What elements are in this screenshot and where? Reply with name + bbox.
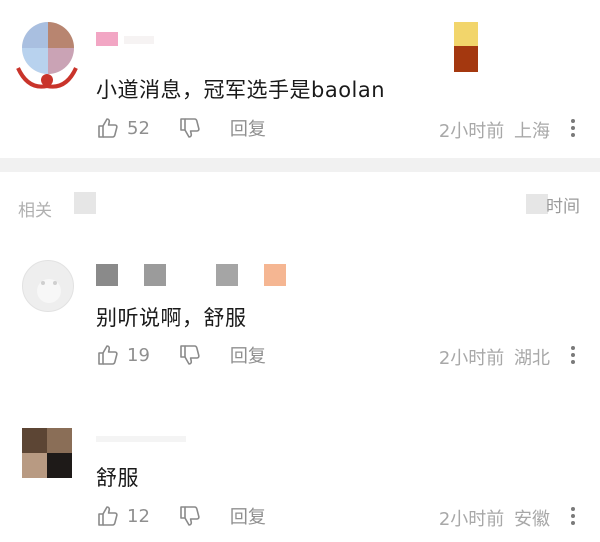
avatar[interactable]: [22, 428, 72, 478]
more-vertical-icon[interactable]: [570, 504, 576, 528]
like-button[interactable]: 19: [96, 343, 150, 367]
comment-meta: 2小时前 安徽: [439, 505, 550, 531]
username[interactable]: [96, 264, 118, 286]
username: [144, 264, 166, 286]
section-label: 相关: [18, 201, 52, 221]
sort-label-mask: [526, 194, 548, 214]
dislike-button[interactable]: [178, 504, 202, 528]
username[interactable]: [96, 436, 186, 442]
comment-time: 2小时前: [438, 348, 505, 369]
like-button[interactable]: 12: [96, 504, 150, 528]
like-count: 52: [127, 117, 150, 139]
thumb-up-icon: [96, 504, 120, 528]
username: [124, 36, 154, 44]
like-button[interactable]: 52: [96, 116, 150, 140]
thumb-up-icon: [96, 343, 120, 367]
reply-button[interactable]: 回复: [230, 503, 266, 529]
comment-location: 上海: [514, 121, 550, 142]
comment-text: 小道消息，冠军选手是baolan: [96, 78, 386, 102]
comment-meta: 2小时前 湖北: [439, 344, 550, 370]
thumb-down-icon: [178, 116, 202, 140]
more-vertical-icon[interactable]: [570, 343, 576, 367]
reply-button[interactable]: 回复: [230, 115, 266, 141]
thumb-up-icon: [96, 116, 120, 140]
more-vertical-icon[interactable]: [570, 116, 576, 140]
user-badge: [454, 22, 478, 46]
sort-toggle[interactable]: 时间: [546, 192, 580, 217]
like-count: 19: [127, 344, 150, 366]
like-count: 12: [127, 505, 150, 527]
comment-location: 湖北: [514, 348, 550, 369]
thumb-down-icon: [178, 343, 202, 367]
comment-location: 安徽: [514, 509, 550, 530]
reply-button[interactable]: 回复: [230, 342, 266, 368]
avatar-badge-icon: [14, 62, 80, 90]
comment-time: 2小时前: [438, 509, 505, 530]
user-badge: [454, 46, 478, 72]
comment-text: 别听说啊，舒服: [96, 306, 247, 330]
section-label-mask: [74, 192, 96, 214]
username: [216, 264, 238, 286]
comment-text: 舒服: [96, 466, 139, 490]
username[interactable]: [96, 32, 118, 46]
dislike-button[interactable]: [178, 116, 202, 140]
section-divider: [0, 158, 600, 172]
thumb-down-icon: [178, 504, 202, 528]
comment-time: 2小时前: [438, 121, 505, 142]
avatar[interactable]: [22, 260, 74, 312]
user-badge: [264, 264, 286, 286]
comment-meta: 2小时前 上海: [439, 117, 550, 143]
dislike-button[interactable]: [178, 343, 202, 367]
